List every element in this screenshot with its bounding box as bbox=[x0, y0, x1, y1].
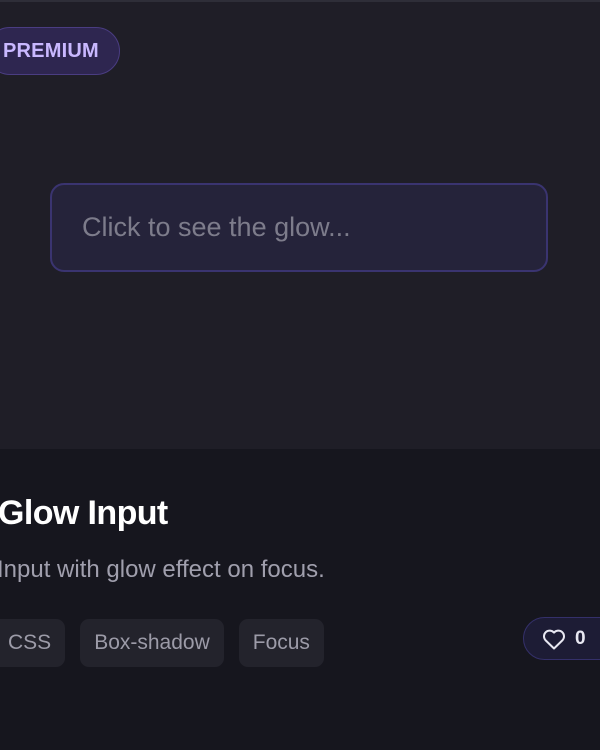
tag-box-shadow: Box-shadow bbox=[80, 619, 224, 667]
tag-focus: Focus bbox=[238, 619, 324, 667]
heart-outline-icon bbox=[542, 628, 566, 650]
tag-css: CSS bbox=[0, 619, 66, 667]
like-count: 0 bbox=[575, 627, 586, 649]
card-description: Input with glow effect on focus. bbox=[0, 556, 325, 583]
tag-list: CSS Box-shadow Focus bbox=[0, 619, 324, 667]
component-card: PREMIUM Glow Input Input with glow effec… bbox=[0, 0, 600, 750]
component-preview: PREMIUM bbox=[0, 2, 600, 449]
like-button[interactable]: 0 bbox=[523, 617, 600, 660]
premium-badge: PREMIUM bbox=[0, 27, 120, 75]
glow-input-demo[interactable] bbox=[50, 183, 548, 272]
card-title: Glow Input bbox=[0, 494, 168, 532]
